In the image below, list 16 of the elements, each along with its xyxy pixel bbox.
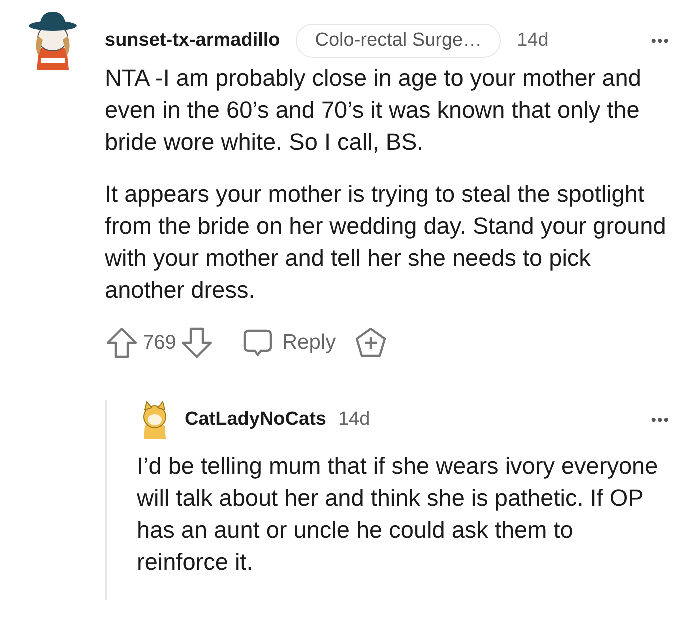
comment-text: I’d be telling mum that if she wears ivory everyone will talk about her and think she is pathetic. If OP has an aunt or uncle he could ask them to reinforce it. — [137, 452, 660, 577]
comment-text: NTA -I am probably close in age to your mother and even in the 60’s and 70’s it was known that only the bride wore white. So I call, BS. — [105, 64, 642, 157]
vote-count: 769 — [143, 332, 176, 354]
comment-text: It appears your mother is trying to steal the spotlight from the bride on her wedding day. Stand your ground with your mother and tell her she needs to pick another dress. — [105, 180, 668, 305]
award-icon[interactable] — [354, 326, 388, 360]
comment-age: 14d — [338, 409, 370, 431]
reply-button[interactable]: Reply — [242, 327, 336, 359]
downvote-icon — [180, 326, 214, 360]
user-flair: Colo-rectal Surge… — [296, 24, 502, 58]
upvote-icon — [105, 326, 139, 360]
comment-age: 14d — [517, 30, 549, 52]
more-options-button[interactable]: ••• — [651, 412, 670, 428]
more-options-button[interactable]: ••• — [651, 32, 670, 50]
comment-bubble-icon — [242, 327, 274, 359]
username-link[interactable]: sunset-tx-armadillo — [105, 30, 280, 52]
username-link[interactable]: CatLadyNoCats — [185, 409, 326, 431]
